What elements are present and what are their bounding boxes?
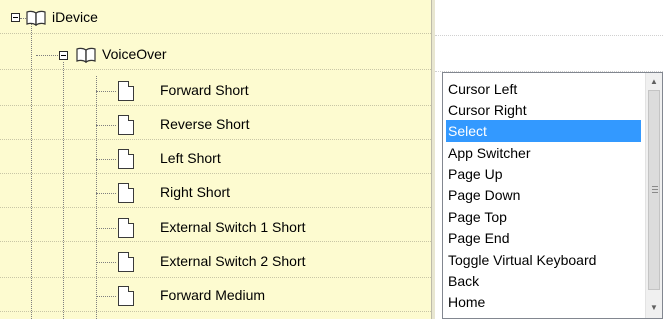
command-listbox[interactable]: Cursor Left Cursor Right Select App Swit… <box>442 72 663 319</box>
scrollbar-thumb[interactable] <box>648 90 660 290</box>
collapse-icon[interactable] <box>11 13 20 22</box>
list-item[interactable]: Cursor Right <box>446 99 529 121</box>
tree-connector <box>96 159 116 160</box>
list-item[interactable]: Home <box>446 291 487 313</box>
book-icon <box>76 47 96 63</box>
list-item[interactable]: Cursor Left <box>446 78 519 100</box>
list-item[interactable]: App Switcher <box>446 142 532 164</box>
pane-splitter[interactable] <box>431 0 435 319</box>
document-icon <box>118 183 134 203</box>
tree-connector <box>96 228 116 229</box>
tree-connector <box>96 76 97 319</box>
list-item[interactable]: Back <box>446 270 481 292</box>
document-icon <box>118 286 134 306</box>
tree-label-leaf[interactable]: Right Short <box>160 184 230 200</box>
list-item[interactable]: Toggle Virtual Keyboard <box>446 249 598 271</box>
tree-label-leaf[interactable]: External Switch 2 Short <box>160 253 306 269</box>
tree-connector <box>31 24 32 319</box>
tree-connector <box>36 55 60 56</box>
grid-line <box>435 35 663 36</box>
collapse-icon[interactable] <box>59 51 68 60</box>
tree-connector <box>96 296 116 297</box>
book-icon <box>26 10 46 26</box>
tree-label-leaf[interactable]: Reverse Short <box>160 116 249 132</box>
grip-line <box>652 189 658 190</box>
document-icon <box>118 218 134 238</box>
scroll-down-icon[interactable]: ▼ <box>646 299 662 316</box>
tree-label-leaf[interactable]: Left Short <box>160 150 221 166</box>
list-item[interactable]: Page Down <box>446 184 522 206</box>
tree-label-leaf[interactable]: Forward Short <box>160 82 249 98</box>
tree-label-root[interactable]: iDevice <box>52 9 98 25</box>
tree-connector <box>96 125 116 126</box>
grip-line <box>652 192 658 193</box>
tree-connector <box>96 91 116 92</box>
document-icon <box>118 81 134 101</box>
list-item[interactable]: Page Up <box>446 163 504 185</box>
vertical-scrollbar[interactable]: ▲ ▼ <box>645 73 662 318</box>
document-icon <box>118 115 134 135</box>
tree-connector <box>96 262 116 263</box>
tree-label-voiceover[interactable]: VoiceOver <box>102 46 167 62</box>
grip-line <box>652 186 658 187</box>
list-item[interactable]: Page End <box>446 227 512 249</box>
tree-connector <box>63 62 64 319</box>
tree-view: iDevice VoiceOver Forward Short Reverse … <box>0 0 431 319</box>
tree-connector <box>96 193 116 194</box>
list-item-selected[interactable]: Select <box>446 120 641 142</box>
document-icon <box>118 252 134 272</box>
tree-label-leaf[interactable]: Forward Medium <box>160 287 265 303</box>
scroll-up-icon[interactable]: ▲ <box>646 73 662 90</box>
document-icon <box>118 149 134 169</box>
list-item[interactable]: Page Top <box>446 206 509 228</box>
tree-label-leaf[interactable]: External Switch 1 Short <box>160 219 306 235</box>
